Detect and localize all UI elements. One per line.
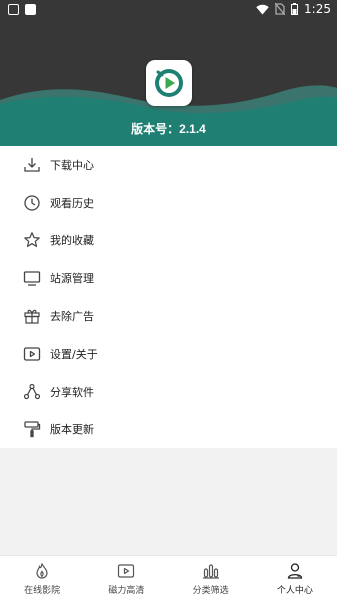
menu-item-settings-about[interactable]: 设置/关于 [0,335,337,373]
profile-menu: 下载中心 观看历史 我的收藏 站源管理 去除广告 设置/关于 分享软件 版本更新 [0,146,337,449]
menu-item-label: 设置/关于 [50,347,98,361]
tab-magnet-hd[interactable]: 磁力高清 [84,556,168,600]
menu-item-label: 去除广告 [50,310,94,324]
filter-bars-icon [201,561,221,581]
gift-icon [22,306,42,326]
video-icon [116,561,136,581]
flame-icon [32,561,52,581]
menu-item-share-app[interactable]: 分享软件 [0,373,337,411]
tab-label: 个人中心 [276,585,313,596]
menu-item-label: 我的收藏 [50,234,94,248]
tab-online-cinema[interactable]: 在线影院 [0,556,84,600]
bottom-tab-bar: 在线影院 磁力高清 分类筛选 个人中心 [0,555,337,600]
status-time: 1:25 [304,2,331,16]
app-notification-icon [25,4,36,15]
menu-item-source-management[interactable]: 站源管理 [0,259,337,297]
menu-item-remove-ads[interactable]: 去除广告 [0,297,337,335]
menu-item-watch-history[interactable]: 观看历史 [0,184,337,222]
play-settings-icon [22,344,42,364]
user-icon [285,561,305,581]
app-logo [146,60,192,106]
paint-roller-icon [22,419,42,439]
menu-item-label: 观看历史 [50,196,94,210]
version-label: 版本号：2.1.4 [131,122,206,136]
menu-item-favorites[interactable]: 我的收藏 [0,222,337,260]
play-logo-icon [155,69,183,97]
menu-item-label: 站源管理 [50,272,94,286]
share-icon [22,382,42,402]
menu-item-label: 版本更新 [50,423,94,437]
tab-label: 磁力高清 [108,585,145,596]
menu-item-label: 下载中心 [50,158,94,172]
wifi-icon [256,4,269,14]
tab-label: 分类筛选 [192,585,229,596]
menu-item-download-center[interactable]: 下载中心 [0,146,337,184]
menu-item-version-update[interactable]: 版本更新 [0,411,337,449]
status-bar: 1:25 [0,0,337,22]
no-sim-icon [275,3,286,15]
image-notification-icon [8,4,19,15]
download-icon [22,155,42,175]
tab-label: 在线影院 [24,585,61,596]
tab-profile[interactable]: 个人中心 [253,556,337,600]
menu-item-label: 分享软件 [50,385,94,399]
monitor-icon [22,268,42,288]
star-icon [22,230,42,250]
tab-category-filter[interactable]: 分类筛选 [169,556,253,600]
profile-header: 版本号：2.1.4 [0,22,337,146]
battery-icon [291,3,299,15]
clock-icon [22,193,42,213]
